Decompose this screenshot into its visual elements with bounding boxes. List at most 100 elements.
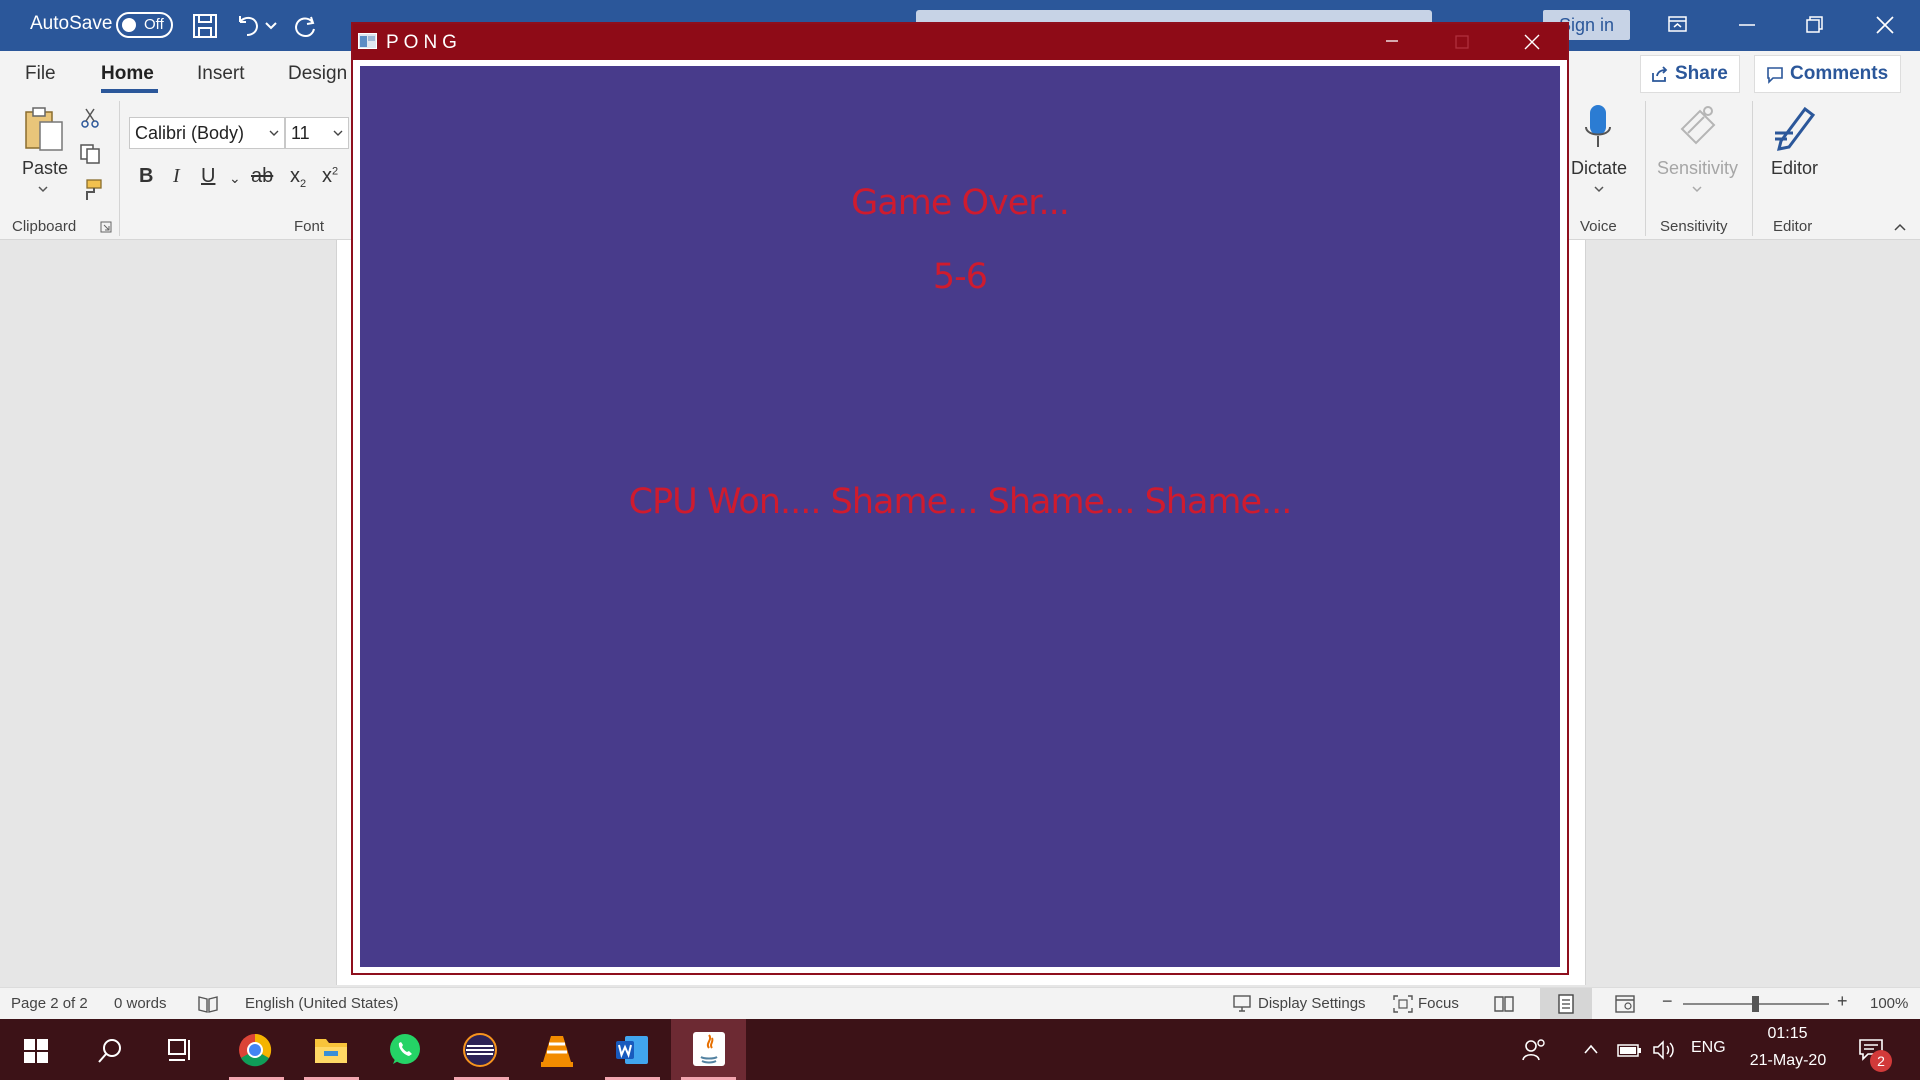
subscript-button[interactable]: x2	[290, 165, 306, 190]
clock-date[interactable]: 21-May-20	[1739, 1052, 1837, 1070]
bold-button[interactable]: B	[139, 165, 153, 188]
game-over-text: Game Over...	[851, 183, 1070, 223]
save-icon[interactable]	[191, 12, 219, 40]
pong-window: PONG Game Over... 5-6 CPU Won.... Shame.…	[351, 22, 1569, 975]
font-family-dropdown-icon	[268, 118, 280, 148]
display-settings-icon	[1232, 994, 1254, 1014]
copy-icon[interactable]	[79, 143, 101, 165]
editor-group-label: Editor	[1773, 218, 1813, 235]
sensitivity-label: Sensitivity	[1657, 158, 1739, 178]
minimize-icon[interactable]	[1724, 8, 1770, 42]
zoom-level[interactable]: 100%	[1870, 995, 1908, 1012]
editor-label: Editor	[1771, 158, 1819, 178]
close-icon[interactable]	[1862, 8, 1908, 42]
final-score: 5-6	[932, 257, 988, 297]
undo-icon[interactable]	[234, 12, 262, 40]
comments-label: Comments	[1790, 63, 1889, 84]
tab-file[interactable]: File	[25, 63, 56, 85]
language-status[interactable]: English (United States)	[245, 995, 398, 1012]
zoom-in-button[interactable]: +	[1837, 991, 1848, 1012]
proofing-icon[interactable]	[197, 994, 219, 1014]
search-icon[interactable]	[73, 1019, 148, 1080]
page-count[interactable]: Page 2 of 2	[11, 995, 88, 1012]
italic-button[interactable]: I	[173, 165, 180, 188]
web-layout-icon[interactable]	[1614, 994, 1636, 1014]
sensitivity-icon[interactable]	[1676, 103, 1720, 153]
file-explorer-icon[interactable]	[294, 1019, 369, 1080]
font-family-value: Calibri (Body)	[135, 123, 245, 143]
display-settings-button[interactable]: Display Settings	[1258, 995, 1366, 1012]
show-hidden-icons-icon[interactable]	[1583, 1043, 1599, 1055]
autosave-knob	[122, 18, 136, 32]
clipboard-dialog-launcher-icon[interactable]	[100, 221, 112, 233]
focus-icon	[1392, 994, 1414, 1014]
read-mode-icon[interactable]	[1493, 994, 1515, 1014]
eclipse-icon[interactable]	[444, 1019, 519, 1080]
pong-titlebar[interactable]: PONG	[353, 24, 1567, 60]
whatsapp-icon[interactable]	[369, 1019, 444, 1080]
voice-group-label: Voice	[1580, 218, 1617, 235]
tab-design[interactable]: Design	[288, 63, 347, 85]
java-icon[interactable]	[671, 1019, 746, 1080]
active-tab-indicator	[101, 89, 158, 93]
volume-icon[interactable]	[1652, 1039, 1676, 1061]
dictate-label: Dictate	[1571, 158, 1628, 178]
autosave-state: Off	[144, 16, 164, 33]
notification-badge: 2	[1870, 1050, 1892, 1072]
pong-game-canvas[interactable]: Game Over... 5-6 CPU Won.... Shame... Sh…	[360, 66, 1560, 967]
share-button[interactable]: Share	[1640, 55, 1740, 93]
font-size-select[interactable]: 11	[285, 117, 349, 149]
tab-home[interactable]: Home	[101, 63, 154, 85]
print-layout-button[interactable]	[1540, 988, 1592, 1019]
pong-close-icon[interactable]	[1504, 24, 1560, 60]
zoom-out-button[interactable]: −	[1662, 991, 1673, 1012]
underline-dropdown-icon[interactable]: ⌄	[229, 170, 241, 187]
paste-dropdown-icon[interactable]	[36, 184, 50, 194]
strikethrough-button[interactable]: ab	[251, 165, 273, 188]
restore-icon[interactable]	[1792, 8, 1838, 42]
group-separator	[1752, 101, 1753, 236]
comment-icon	[1766, 66, 1784, 84]
cut-icon[interactable]	[80, 107, 100, 129]
group-separator	[1645, 101, 1646, 236]
font-size-dropdown-icon	[332, 118, 344, 148]
comments-button[interactable]: Comments	[1754, 55, 1901, 93]
redo-icon[interactable]	[291, 12, 319, 40]
pong-minimize-icon[interactable]	[1364, 24, 1420, 60]
input-language[interactable]: ENG	[1691, 1039, 1726, 1057]
dictate-dropdown-icon[interactable]	[1592, 184, 1606, 194]
taskbar: ENG 01:15 21-May-20 2	[0, 1019, 1920, 1080]
ribbon-display-options-icon[interactable]	[1654, 8, 1700, 42]
font-group-label: Font	[294, 218, 325, 235]
start-icon[interactable]	[0, 1019, 75, 1080]
focus-button[interactable]: Focus	[1418, 995, 1459, 1012]
superscript-button[interactable]: x2	[322, 165, 338, 188]
sensitivity-group-label: Sensitivity	[1660, 218, 1728, 235]
chrome-icon[interactable]	[219, 1019, 294, 1080]
battery-icon[interactable]	[1617, 1041, 1643, 1059]
zoom-slider-thumb[interactable]	[1752, 996, 1759, 1012]
task-view-icon[interactable]	[143, 1019, 218, 1080]
font-family-select[interactable]: Calibri (Body)	[129, 117, 285, 149]
autosave-toggle[interactable]: Off	[116, 12, 173, 38]
group-separator	[119, 101, 120, 236]
share-label: Share	[1675, 63, 1728, 84]
people-icon[interactable]	[1522, 1038, 1546, 1062]
paste-icon[interactable]	[22, 104, 66, 154]
format-painter-icon[interactable]	[79, 178, 103, 202]
clock-time[interactable]: 01:15	[1745, 1025, 1830, 1043]
collapse-ribbon-icon[interactable]	[1893, 222, 1907, 232]
vlc-icon[interactable]	[520, 1019, 595, 1080]
underline-button[interactable]: U	[201, 165, 215, 188]
editor-icon[interactable]	[1771, 103, 1821, 153]
microphone-icon[interactable]	[1583, 103, 1613, 153]
font-size-value: 11	[291, 123, 310, 143]
tab-insert[interactable]: Insert	[197, 63, 245, 85]
pong-window-title: PONG	[386, 32, 462, 53]
sensitivity-dropdown-icon[interactable]	[1690, 184, 1704, 194]
word-icon[interactable]	[595, 1019, 670, 1080]
paste-label: Paste	[22, 158, 69, 178]
status-bar: Page 2 of 2 0 words English (United Stat…	[0, 987, 1920, 1019]
word-count[interactable]: 0 words	[114, 995, 167, 1012]
undo-dropdown-icon[interactable]	[263, 12, 279, 40]
